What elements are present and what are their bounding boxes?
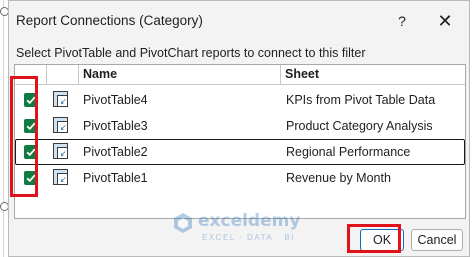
watermark-tagline: EXCEL · DATA · BI — [202, 233, 295, 242]
pivot-table-icon: ↙ — [53, 169, 68, 185]
worksheet-gridline — [3, 0, 4, 257]
header-name[interactable]: Name — [79, 65, 281, 85]
table-row[interactable]: ↙ PivotTable4 KPIs from Pivot Table Data — [15, 87, 465, 113]
pivot-table-icon: ↙ — [53, 91, 68, 107]
row-sheet: Revenue by Month — [286, 171, 391, 185]
table-row[interactable]: ↙ PivotTable3 Product Category Analysis — [15, 113, 465, 139]
report-connections-dialog: Report Connections (Category) ? ✕ Select… — [8, 0, 470, 257]
row-sheet: Product Category Analysis — [286, 119, 433, 133]
exceldemy-watermark: exceldemy EXCEL · DATA · BI — [172, 210, 332, 244]
checkbox-highlight-box — [10, 76, 38, 197]
list-header: Name Sheet — [15, 65, 465, 85]
row-sheet: KPIs from Pivot Table Data — [286, 93, 436, 107]
pivot-table-icon: ↙ — [53, 143, 68, 159]
table-row-selected[interactable]: ↙ PivotTable2 Regional Performance — [15, 139, 465, 165]
row-name: PivotTable2 — [83, 145, 148, 159]
cancel-button[interactable]: Cancel — [411, 229, 463, 251]
row-sheet: Regional Performance — [286, 145, 411, 159]
header-sheet[interactable]: Sheet — [281, 65, 465, 85]
dialog-titlebar: Report Connections (Category) ? ✕ — [9, 1, 469, 41]
close-icon[interactable]: ✕ — [433, 10, 457, 32]
exceldemy-logo-icon — [174, 213, 192, 233]
instruction-text: Select PivotTable and PivotChart reports… — [16, 46, 366, 60]
row-name: PivotTable3 — [83, 119, 148, 133]
row-name: PivotTable1 — [83, 171, 148, 185]
dialog-title: Report Connections (Category) — [16, 13, 203, 28]
ok-highlight-box — [347, 224, 401, 253]
watermark-name: exceldemy — [198, 211, 301, 231]
row-name: PivotTable4 — [83, 93, 148, 107]
header-icon-column — [47, 65, 79, 85]
help-button[interactable]: ? — [390, 11, 414, 31]
pivot-table-icon: ↙ — [53, 117, 68, 133]
table-row[interactable]: ↙ PivotTable1 Revenue by Month — [15, 165, 465, 191]
reports-list: Name Sheet ↙ PivotTable4 KPIs from Pivot… — [14, 64, 466, 219]
